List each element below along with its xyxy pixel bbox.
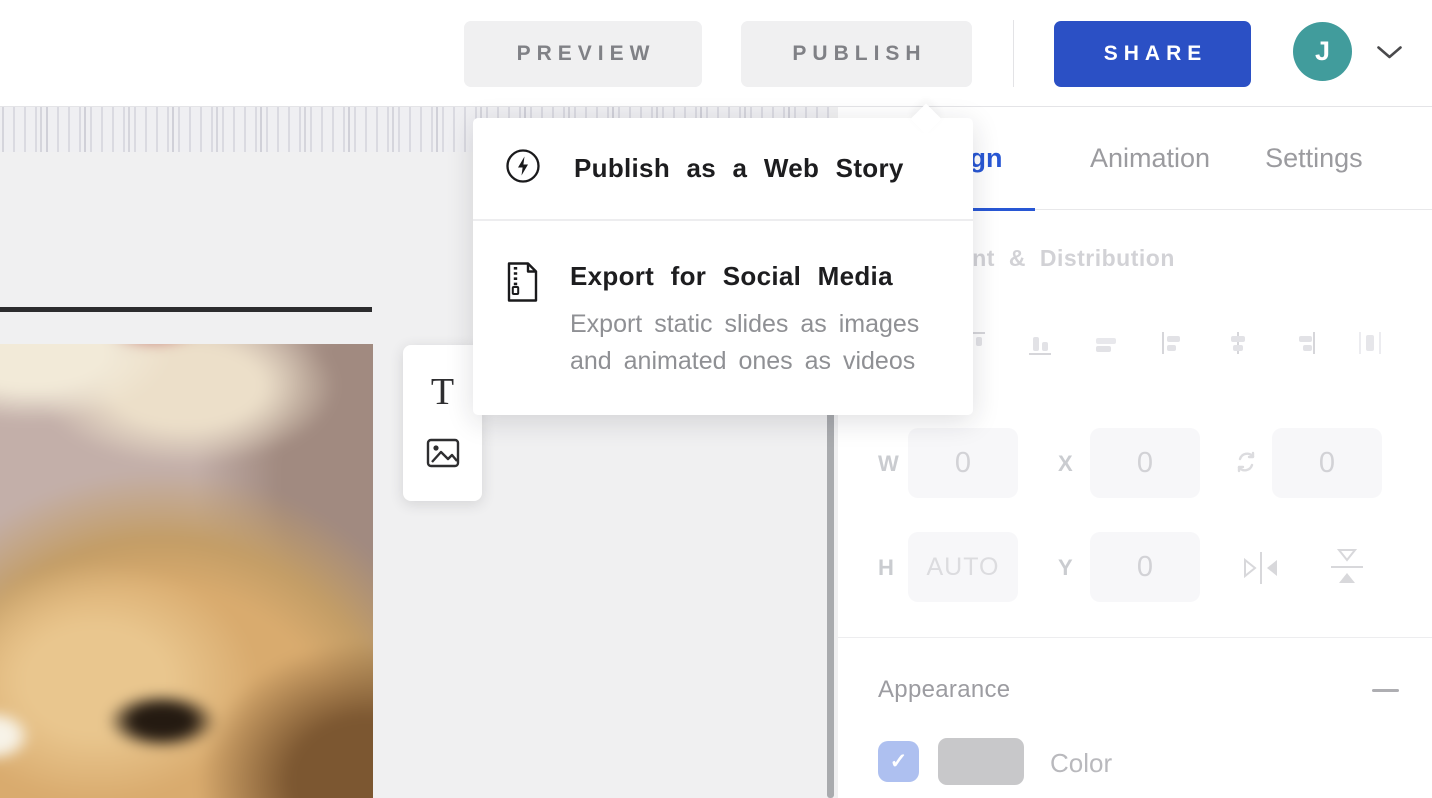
y-input[interactable] xyxy=(1090,532,1200,602)
height-input[interactable] xyxy=(908,532,1018,602)
menu-item-description: Export static slides as images and anima… xyxy=(570,306,938,380)
align-center-icon[interactable] xyxy=(1225,329,1251,357)
dog-photo-paint xyxy=(0,344,373,798)
rotation-icon[interactable] xyxy=(1233,446,1259,483)
color-enabled-checkbox[interactable]: ✓ xyxy=(878,741,919,782)
flip-vertical-icon[interactable] xyxy=(1326,544,1368,595)
tab-animation-label: Animation xyxy=(1090,143,1210,174)
menu-item-title: Export for Social Media xyxy=(570,261,938,292)
x-input[interactable] xyxy=(1090,428,1200,498)
canvas-insert-toolbar: T xyxy=(403,345,482,501)
align-right-icon[interactable] xyxy=(1291,329,1317,357)
publish-button[interactable]: PUBLISH xyxy=(741,21,972,87)
y-label: Y xyxy=(1058,555,1073,581)
lightning-circle-icon xyxy=(504,147,542,190)
align-left-icon[interactable] xyxy=(1159,329,1185,357)
web-story-editor: T Design Animation Settings Alignment & … xyxy=(0,0,1432,798)
share-button[interactable]: SHARE xyxy=(1054,21,1251,87)
tab-settings[interactable]: Settings xyxy=(1265,107,1363,210)
menu-item-export-social-media[interactable]: Export for Social Media Export static sl… xyxy=(473,221,973,380)
text-tool-icon[interactable]: T xyxy=(431,373,454,411)
align-middle-icon[interactable] xyxy=(1093,329,1119,357)
appearance-section-title: Appearance xyxy=(878,676,1010,704)
menu-item-title: Publish as a Web Story xyxy=(574,153,904,184)
topbar-divider xyxy=(1013,20,1014,87)
x-label: X xyxy=(1058,451,1073,477)
flip-horizontal-icon[interactable] xyxy=(1238,547,1284,594)
avatar-initial: J xyxy=(1315,36,1330,67)
color-label: Color xyxy=(1050,748,1112,779)
distribute-horizontal-icon[interactable] xyxy=(1357,329,1383,357)
color-swatch[interactable] xyxy=(938,738,1024,785)
slide-image-dog[interactable] xyxy=(0,344,373,798)
size-position-row-2: H Y xyxy=(838,532,1432,602)
account-chevron-down-icon[interactable] xyxy=(1376,45,1403,65)
publish-dropdown-menu: Publish as a Web Story Export for Social… xyxy=(473,118,973,415)
preview-button[interactable]: PREVIEW xyxy=(464,21,702,87)
alignment-icon-row xyxy=(961,329,1383,357)
height-label: H xyxy=(878,555,894,581)
tab-animation[interactable]: Animation xyxy=(1090,107,1210,210)
section-divider xyxy=(838,637,1432,638)
width-label: W xyxy=(878,451,899,477)
size-position-row-1: W X xyxy=(838,428,1432,498)
divider-element[interactable] xyxy=(0,307,372,312)
rotation-input[interactable] xyxy=(1272,428,1382,498)
collapse-section-icon[interactable] xyxy=(1372,689,1399,692)
zip-file-icon xyxy=(504,261,540,380)
check-icon: ✓ xyxy=(890,749,908,774)
image-tool-icon[interactable] xyxy=(426,438,460,473)
top-bar: PREVIEW PUBLISH SHARE J xyxy=(0,0,1432,107)
align-bottom-icon[interactable] xyxy=(1027,329,1053,357)
width-input[interactable] xyxy=(908,428,1018,498)
tab-settings-label: Settings xyxy=(1265,143,1363,174)
avatar[interactable]: J xyxy=(1293,22,1352,81)
menu-item-publish-web-story[interactable]: Publish as a Web Story xyxy=(473,118,973,219)
